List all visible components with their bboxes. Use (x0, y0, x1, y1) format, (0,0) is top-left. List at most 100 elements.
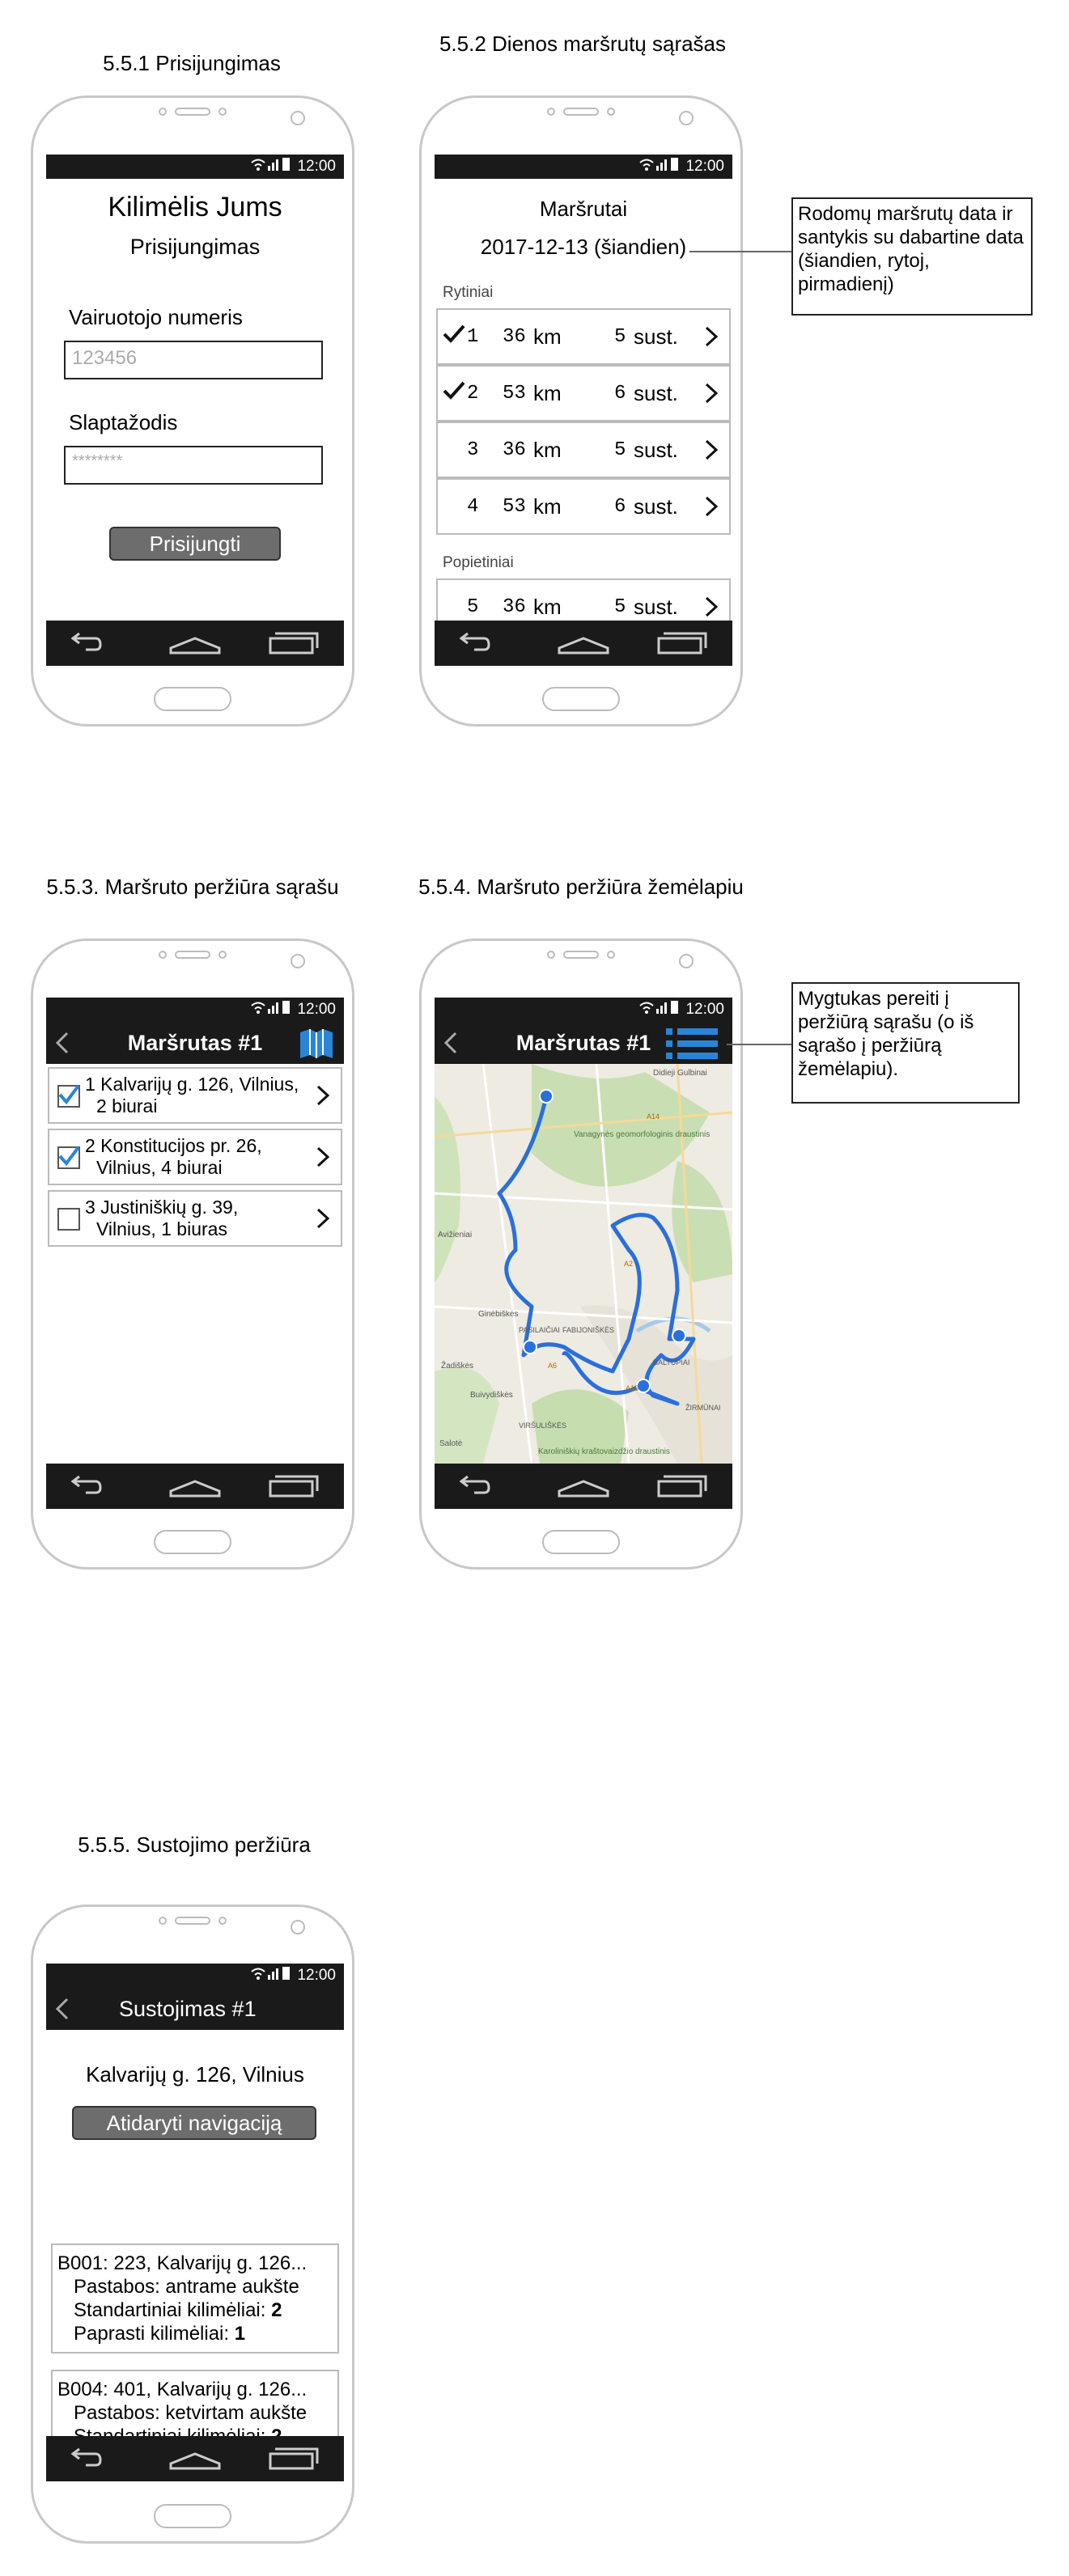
recent-apps-icon[interactable] (267, 1472, 322, 1501)
home-nav-icon[interactable] (168, 2444, 223, 2473)
route-distance-unit: km (533, 494, 562, 519)
route-stops-unit: sust. (634, 494, 678, 519)
phone-login: 12:00 Kilimėlis Jums Prisijungimas Vairu… (31, 95, 354, 727)
physical-home-button (542, 1530, 620, 1554)
back-nav-icon[interactable] (68, 629, 123, 658)
chevron-left-icon[interactable] (443, 1032, 459, 1054)
afternoon-section-label: Popietiniai (443, 554, 514, 571)
route-stops-unit: sust. (634, 380, 678, 405)
stop-list-item[interactable]: 2 Konstitucijos pr. 26, Vilnius, 4 biurai (48, 1129, 342, 1185)
app-bar: Sustojimas #1 (46, 1988, 344, 2030)
login-subtitle: Prisijungimas (129, 235, 261, 259)
camera-icon (679, 954, 694, 968)
phone-stop: 12:00 Sustojimas #1 Kalvarijų g. 126, Vi… (31, 1904, 354, 2544)
password-input[interactable]: ******** (64, 446, 323, 485)
back-nav-icon[interactable] (68, 2444, 123, 2473)
standard-mats-label: Standartiniai kilimėliai: (74, 2299, 266, 2321)
order-title: B001: 223, Kalvarijų g. 126... (57, 2252, 308, 2274)
wifi-signal-battery-icon (250, 156, 292, 177)
physical-home-button (154, 1530, 231, 1554)
chevron-left-icon[interactable] (54, 1998, 70, 2020)
recent-apps-icon[interactable] (655, 629, 711, 658)
map-label: Avižieniai (438, 1231, 472, 1239)
map-label: Ginėbiškės (478, 1310, 518, 1319)
camera-icon (679, 111, 694, 125)
home-nav-icon[interactable] (556, 629, 611, 658)
plain-mats-value: 1 (234, 2323, 246, 2345)
app-bar: Maršrutas #1 (435, 1022, 732, 1064)
home-nav-icon[interactable] (168, 1472, 223, 1501)
checkmark-icon (443, 324, 467, 350)
list-view-icon[interactable] (666, 1027, 718, 1061)
route-map[interactable]: Didieji Gulbinai Vanagynės geomorfologin… (435, 1064, 732, 1464)
route-row[interactable]: 2 53 km 6 sust. (436, 365, 731, 422)
back-nav-icon[interactable] (456, 629, 511, 658)
camera-icon (291, 1920, 305, 1934)
map-label: PASILAIČIAI (519, 1326, 560, 1334)
route-distance-unit: km (533, 594, 562, 619)
map-label: Buivydiškės (470, 1391, 513, 1400)
caption-stop: 5.5.5. Sustojimo peržiūra (78, 1832, 311, 1857)
map-label: A14 (647, 1112, 660, 1121)
route-row[interactable]: 3 36 km 5 sust. (436, 422, 731, 478)
annotation-routes-date: Rodomų maršrutų data ir santykis su daba… (791, 197, 1033, 316)
stop-address-line2: 2 biurai (96, 1095, 158, 1116)
back-nav-icon[interactable] (68, 1472, 123, 1501)
route-distance-unit: km (533, 380, 562, 405)
phone-speaker (159, 108, 227, 116)
plain-mats-label: Paprasti kilimėliai: (74, 2323, 230, 2345)
caption-route-list: 5.5.3. Maršruto peržiūra sąrašu (46, 875, 339, 899)
stop-address-line1: 2 Konstitucijos pr. 26, (85, 1135, 262, 1156)
status-bar: 12:00 (46, 998, 344, 1022)
recent-apps-icon[interactable] (655, 1472, 711, 1501)
home-nav-icon[interactable] (168, 629, 223, 658)
home-nav-icon[interactable] (556, 1472, 611, 1501)
stop-checkbox[interactable] (57, 1208, 80, 1231)
route-distance: 36 (503, 439, 526, 461)
route-distance: 36 (503, 325, 526, 348)
map-label: A6 (548, 1362, 557, 1370)
map-label: A15 (626, 1384, 638, 1392)
route-stops: 6 (614, 495, 626, 518)
routes-date[interactable]: 2017-12-13 (šiandien) (435, 235, 732, 260)
wifi-signal-battery-icon (638, 999, 681, 1020)
stop-list-item[interactable]: 1 Kalvarijų g. 126, Vilnius, 2 biurai (48, 1067, 342, 1124)
system-nav-bar (46, 1464, 344, 1509)
map-view-icon[interactable] (299, 1027, 334, 1060)
stop-list-item[interactable]: 3 Justiniškių g. 39, Vilnius, 1 biuras (48, 1190, 342, 1247)
route-row[interactable]: 1 36 km 5 sust. (436, 308, 731, 365)
stop-checkbox[interactable] (57, 1084, 80, 1108)
camera-icon (291, 954, 305, 968)
route-stops-unit: sust. (634, 324, 678, 349)
back-nav-icon[interactable] (456, 1472, 511, 1501)
stop-checkbox[interactable] (57, 1146, 80, 1169)
order-card[interactable]: B001: 223, Kalvarijų g. 126... Pastabos: … (51, 2243, 339, 2354)
map-label: Žadiškės (441, 1360, 473, 1371)
route-stops-unit: sust. (634, 437, 678, 462)
route-number: 1 (467, 325, 479, 348)
open-navigation-button[interactable]: Atidaryti navigaciją (72, 2106, 316, 2140)
annotation-leader-line (727, 1044, 791, 1045)
chevron-left-icon[interactable] (54, 1032, 70, 1054)
recent-apps-icon[interactable] (267, 629, 322, 658)
driver-number-label: Vairuotojo numeris (69, 305, 243, 329)
caption-route-map: 5.5.4. Maršruto peržiūra žemėlapiu (418, 875, 744, 899)
screen-login: 12:00 Kilimėlis Jums Prisijungimas Vairu… (46, 155, 344, 666)
annotation-list-view-button: Mygtukas pereiti į peržiūrą sąrašu (o iš… (791, 982, 1020, 1104)
recent-apps-icon[interactable] (267, 2444, 322, 2473)
screen-route-map: 12:00 Maršrutas #1 Didieji Gulbinai Vana… (435, 998, 732, 1509)
app-bar: Maršrutas #1 (46, 1022, 344, 1064)
login-button[interactable]: Prisijungti (109, 527, 281, 561)
morning-section-label: Rytiniai (443, 284, 494, 301)
wifi-signal-battery-icon (250, 1965, 292, 1986)
chevron-right-icon (705, 596, 719, 617)
order-notes: Pastabos: antrame aukšte (74, 2276, 299, 2298)
physical-home-button (154, 2504, 231, 2528)
driver-number-input[interactable]: 123456 (64, 341, 323, 379)
route-row[interactable]: 4 53 km 6 sust. (436, 478, 731, 535)
chevron-right-icon (316, 1208, 330, 1229)
route-stops: 6 (614, 382, 626, 405)
status-bar: 12:00 (435, 155, 732, 179)
physical-home-button (154, 687, 231, 711)
order-notes: Pastabos: ketvirtam aukšte (74, 2402, 308, 2424)
